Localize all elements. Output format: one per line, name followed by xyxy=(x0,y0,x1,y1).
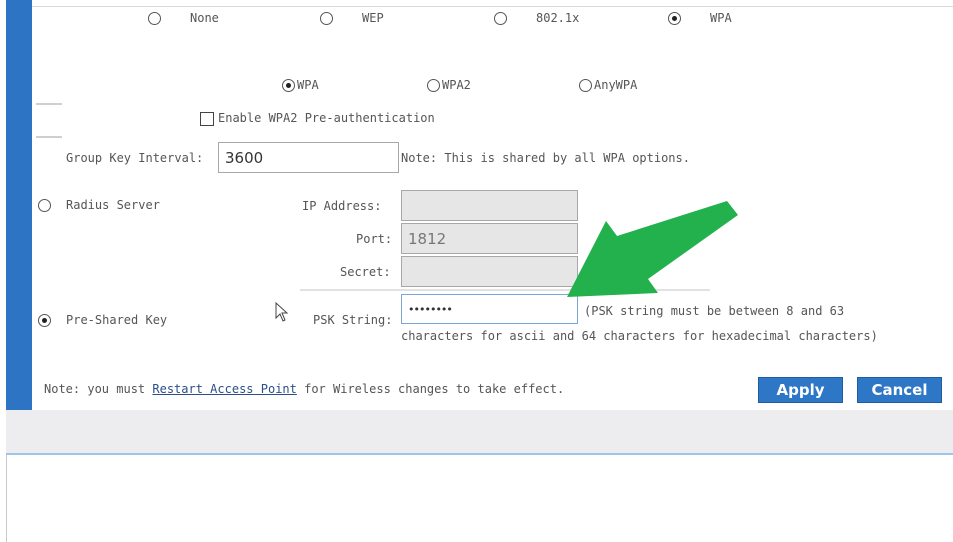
top-divider xyxy=(32,6,953,7)
mouse-cursor-icon xyxy=(275,302,289,322)
wpa-version-wpa-label: WPA xyxy=(297,78,319,92)
ip-address-input[interactable] xyxy=(401,190,578,221)
preauth-label: Enable WPA2 Pre-authentication xyxy=(218,111,435,125)
security-none-label: None xyxy=(190,11,219,25)
footer-note: Note: you must Restart Access Point for … xyxy=(44,382,564,396)
cancel-button[interactable]: Cancel xyxy=(857,377,942,403)
pre-shared-key-label: Pre-Shared Key xyxy=(66,313,168,327)
bottom-panel xyxy=(6,410,953,454)
security-none-radio[interactable] xyxy=(148,12,161,25)
psk-help-line2: characters for ascii and 64 characters f… xyxy=(401,329,878,343)
security-8021x-label: 802.1x xyxy=(536,11,580,25)
security-wep-label: WEP xyxy=(362,11,384,25)
port-input[interactable] xyxy=(401,223,578,254)
bottom-panel-border xyxy=(6,453,953,455)
apply-button[interactable]: Apply xyxy=(758,377,843,403)
group-key-input[interactable] xyxy=(218,142,399,173)
psk-string-input[interactable] xyxy=(401,294,578,324)
port-label: Port: xyxy=(356,232,393,246)
psk-string-label: PSK String: xyxy=(313,313,393,327)
security-wpa-radio[interactable] xyxy=(668,12,681,25)
group-key-label: Group Key Interval: xyxy=(66,151,204,165)
footer-note-suffix: for Wireless changes to take effect. xyxy=(296,382,565,396)
secret-input[interactable] xyxy=(401,256,578,287)
margin-tick xyxy=(36,103,62,105)
wpa-version-wpa2-radio[interactable] xyxy=(427,79,440,92)
preauth-checkbox[interactable] xyxy=(200,112,214,126)
restart-access-point-link[interactable]: Restart Access Point xyxy=(152,382,297,396)
group-key-note: Note: This is shared by all WPA options. xyxy=(401,151,690,165)
wpa-version-wpa-radio[interactable] xyxy=(282,79,295,92)
radius-server-radio[interactable] xyxy=(38,199,51,212)
wpa-version-anywpa-radio[interactable] xyxy=(579,79,592,92)
security-8021x-radio[interactable] xyxy=(494,12,507,25)
pre-shared-key-radio[interactable] xyxy=(38,314,51,327)
security-wpa-label: WPA xyxy=(710,11,732,25)
wpa-version-anywpa-label: AnyWPA xyxy=(594,78,638,92)
wpa-version-wpa2-label: WPA2 xyxy=(442,78,471,92)
margin-tick xyxy=(36,136,62,138)
green-arrow-icon xyxy=(567,201,738,297)
left-accent-bar xyxy=(6,0,32,410)
radius-server-label: Radius Server xyxy=(66,198,160,212)
security-wep-radio[interactable] xyxy=(320,12,333,25)
ip-address-label: IP Address: xyxy=(302,199,382,213)
psk-help-line1: (PSK string must be between 8 and 63 xyxy=(584,304,845,318)
secret-label: Secret: xyxy=(340,265,391,279)
footer-note-prefix: Note: you must xyxy=(44,382,153,396)
